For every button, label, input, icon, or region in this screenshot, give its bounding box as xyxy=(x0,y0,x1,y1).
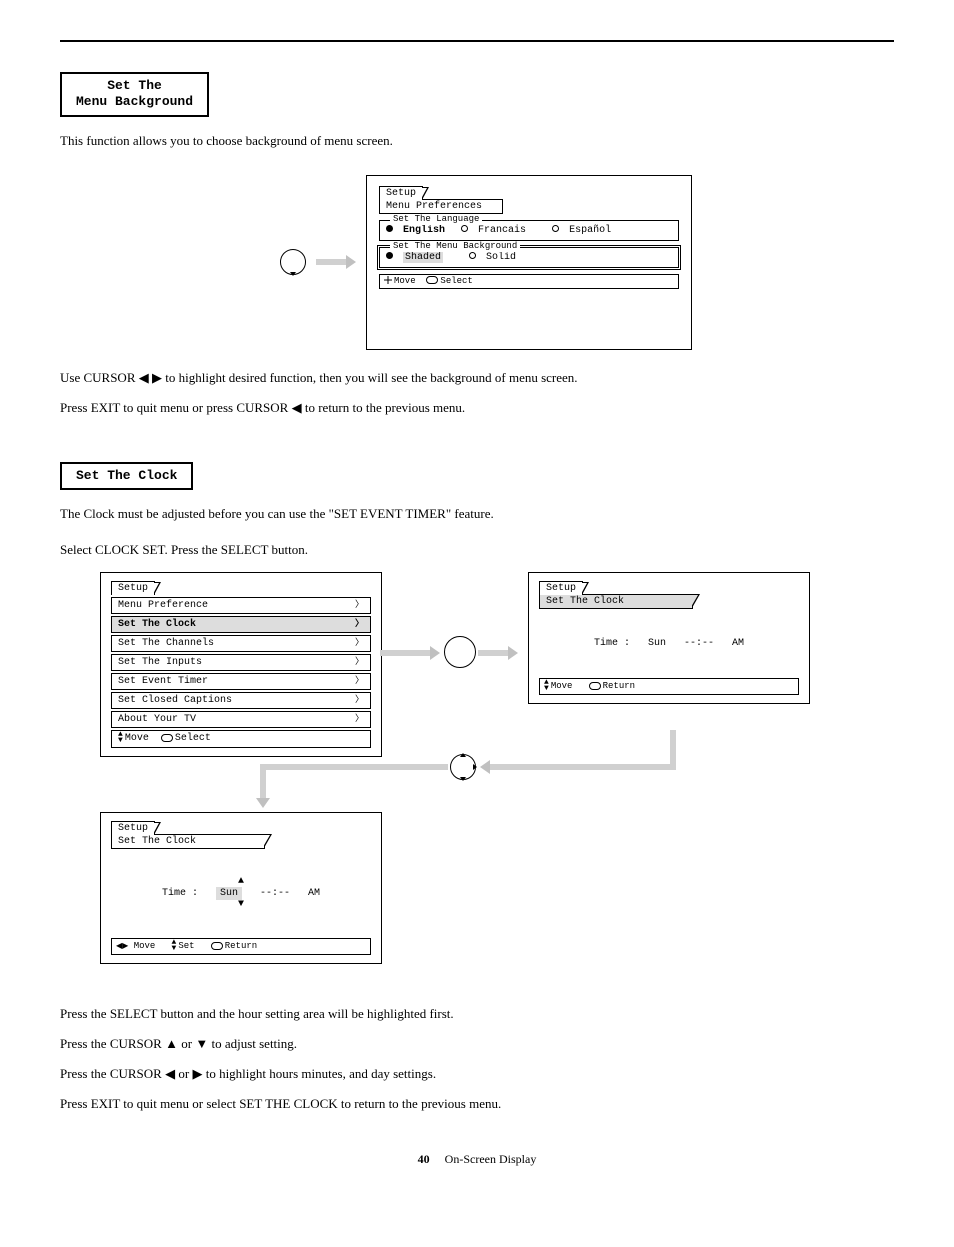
chevron-right-icon: 〉 xyxy=(355,676,364,688)
leftright-icon: ◀▶ xyxy=(116,942,128,951)
arrow-down-icon: ▼ xyxy=(111,900,371,910)
osd2-hint-row: ▲▼Move Select xyxy=(111,730,371,747)
note2-line4: Press EXIT to quit menu or select SET TH… xyxy=(60,1096,894,1112)
tag1-line2: Menu Background xyxy=(76,94,193,109)
list-item: About Your TV〉 xyxy=(111,711,371,728)
arrow-right-icon xyxy=(316,258,356,266)
osd-setup-list: Setup Menu Preference〉 Set The Clock〉 Se… xyxy=(100,572,382,756)
osd3-hint-row: ▲▼Move Return xyxy=(539,678,799,695)
radio-empty-icon xyxy=(461,225,468,232)
osd1-lang-legend: Set The Language xyxy=(390,214,482,226)
cursor-right-icon: ▶ xyxy=(192,1066,202,1081)
radio-empty-icon xyxy=(552,225,559,232)
guide-text-2: Select CLOCK SET. Press the SELECT butto… xyxy=(60,542,894,558)
note2-line1: Press the SELECT button and the hour set… xyxy=(60,1006,894,1022)
chevron-right-icon: 〉 xyxy=(355,638,364,650)
cursor-right-icon: ▶ xyxy=(152,370,162,385)
osd1-lang-c: Español xyxy=(569,225,611,236)
osd1-bg-legend: Set The Menu Background xyxy=(390,241,520,253)
osd-set-clock-view: Setup Set The Clock Time : Sun --:-- AM … xyxy=(528,572,810,704)
select-ring-icon xyxy=(444,636,476,668)
osd2-tab: Setup xyxy=(111,581,155,595)
list-item: Set Closed Captions〉 xyxy=(111,692,371,709)
note1-line2: Press EXIT to quit menu or press CURSOR … xyxy=(60,400,894,416)
osd1-hint-move: Move xyxy=(394,276,416,286)
chevron-right-icon: 〉 xyxy=(355,600,364,612)
select-pill-icon xyxy=(161,734,173,742)
cursor-ring-icon xyxy=(450,754,476,780)
select-pill-icon xyxy=(589,682,601,690)
intro-text-2: The Clock must be adjusted before you ca… xyxy=(60,506,894,522)
arrow-up-icon: ▲ xyxy=(111,877,371,887)
page-footer: 40 On-Screen Display xyxy=(60,1152,894,1167)
list-item: Set The Channels〉 xyxy=(111,635,371,652)
page-footer-text: On-Screen Display xyxy=(445,1152,537,1166)
radio-filled-icon xyxy=(386,252,393,259)
tag1-line1: Set The xyxy=(107,78,162,93)
flow-diagram: Setup Menu Preference〉 Set The Clock〉 Se… xyxy=(60,572,894,992)
list-item: Set The Clock〉 xyxy=(111,616,371,633)
cursor-down-icon: ▼ xyxy=(195,1036,208,1051)
list-item: Set Event Timer〉 xyxy=(111,673,371,690)
cursor-left-icon: ◀ xyxy=(292,400,302,415)
radio-empty-icon xyxy=(469,252,476,259)
updown-icon: ▲▼ xyxy=(172,940,177,951)
osd4-hint-row: ◀▶ Move ▲▼Set Return xyxy=(111,938,371,955)
osd2-subtab: Menu Preference〉 xyxy=(111,597,371,614)
page-top-rule xyxy=(60,40,894,42)
osd1-bg-a: Shaded xyxy=(403,252,443,263)
select-pill-icon xyxy=(211,942,223,950)
osd4-tab: Setup xyxy=(111,821,155,835)
osd3-subtab: Set The Clock xyxy=(539,594,693,609)
osd4-time-line: ▲ Time : Sun --:-- AM ▼ xyxy=(111,877,371,910)
note2-line3: Press the CURSOR ◀ or ▶ to highlight hou… xyxy=(60,1066,894,1082)
intro-text-1: This function allows you to choose backg… xyxy=(60,133,894,149)
osd1-bg-b: Solid xyxy=(486,252,516,263)
osd1-hint-row: Move Select xyxy=(379,274,679,290)
osd1-language-group: Set The Language English Francais Españo… xyxy=(379,220,679,241)
chevron-right-icon: 〉 xyxy=(355,657,364,669)
chevron-right-icon: 〉 xyxy=(355,714,364,726)
select-pill-icon xyxy=(426,276,438,284)
osd1-lang-b: Francais xyxy=(478,225,526,236)
osd1-lang-a: English xyxy=(403,225,445,236)
updown-icon: ▲▼ xyxy=(118,732,123,743)
osd-menu-preferences: Setup Menu Preferences Set The Language … xyxy=(366,175,692,351)
note1-line1: Use CURSOR ◀ ▶ to highlight desired func… xyxy=(60,370,894,386)
list-item: Set The Inputs〉 xyxy=(111,654,371,671)
section-tag-menu-background: Set The Menu Background xyxy=(60,72,209,117)
osd4-subtab: Set The Clock xyxy=(111,834,265,849)
chevron-right-icon: 〉 xyxy=(355,619,364,631)
note2-line2: Press the CURSOR ▲ or ▼ to adjust settin… xyxy=(60,1036,894,1052)
osd1-tab: Setup xyxy=(379,186,423,200)
chevron-right-icon: 〉 xyxy=(355,695,364,707)
osd1-subtab: Menu Preferences xyxy=(379,199,503,214)
osd3-time-line: Time : Sun --:-- AM xyxy=(539,637,799,650)
page-number: 40 xyxy=(418,1152,430,1166)
cursor-up-icon: ▲ xyxy=(165,1036,178,1051)
osd1-background-group: Set The Menu Background Shaded Solid xyxy=(379,247,679,268)
radio-filled-icon xyxy=(386,225,393,232)
move-cross-icon xyxy=(384,276,392,284)
osd3-tab: Setup xyxy=(539,581,583,595)
osd1-hint-select: Select xyxy=(440,276,472,286)
section-tag-set-clock: Set The Clock xyxy=(60,462,193,490)
updown-icon: ▲▼ xyxy=(544,680,549,691)
osd-set-clock-edit: Setup Set The Clock ▲ Time : Sun --:-- A… xyxy=(100,812,382,964)
cursor-left-icon: ◀ xyxy=(139,370,149,385)
cursor-ring-icon xyxy=(280,249,306,275)
cursor-left-icon: ◀ xyxy=(165,1066,175,1081)
